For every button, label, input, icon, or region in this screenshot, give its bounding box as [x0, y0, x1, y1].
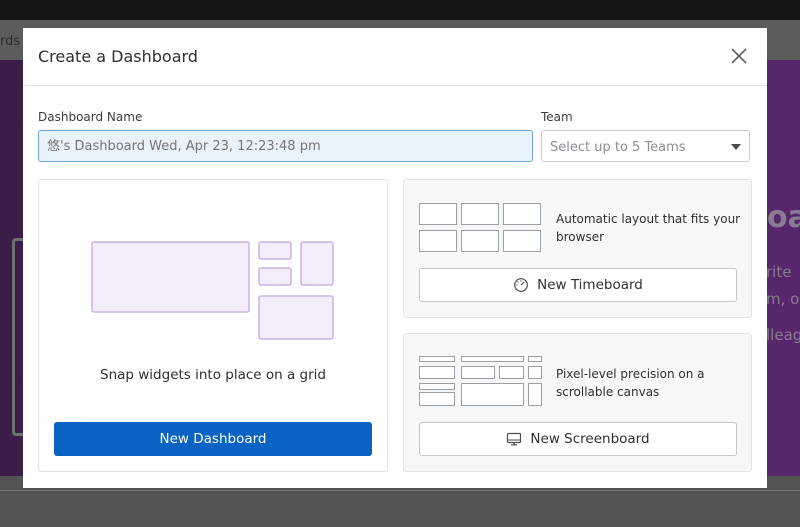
dashboard-card: Snap widgets into place on a grid New Da…: [38, 179, 388, 472]
timeboard-card: Automatic layout that fits your browser …: [403, 179, 752, 318]
team-label: Team: [541, 110, 573, 124]
screenboard-layout-illustration: [419, 356, 542, 406]
create-dashboard-modal: Create a Dashboard Dashboard Name Team S…: [23, 28, 767, 488]
new-dashboard-button[interactable]: New Dashboard: [54, 422, 372, 456]
dashboard-name-input[interactable]: [38, 130, 533, 162]
timeboard-layout-illustration: [419, 203, 541, 252]
modal-header: Create a Dashboard: [23, 28, 767, 86]
dashboard-name-label: Dashboard Name: [38, 110, 143, 124]
team-select[interactable]: Select up to 5 Teams: [541, 130, 750, 162]
app-topbar: [0, 0, 800, 20]
modal-title: Create a Dashboard: [38, 47, 198, 66]
screenboard-card: Pixel-level precision on a scrollable ca…: [403, 333, 752, 472]
background-line: rite: [766, 263, 792, 281]
footer-divider: [0, 490, 800, 491]
background-line: lleag: [766, 326, 800, 344]
new-timeboard-button[interactable]: New Timeboard: [419, 268, 737, 302]
background-title: oa: [767, 200, 800, 235]
new-screenboard-button[interactable]: New Screenboard: [419, 422, 737, 456]
chevron-down-icon: [731, 144, 741, 150]
close-button[interactable]: [729, 46, 749, 66]
timeboard-description: Automatic layout that fits your browser: [556, 212, 741, 244]
new-timeboard-label: New Timeboard: [537, 277, 643, 293]
close-icon: [731, 48, 747, 64]
dashboard-description: Snap widgets into place on a grid: [100, 367, 326, 383]
monitor-icon: [507, 432, 522, 446]
screenboard-description: Pixel-level precision on a scrollable ca…: [556, 367, 705, 399]
grid-layout-illustration: [91, 241, 334, 340]
nav-text: rds: [0, 34, 21, 49]
timeboard-icon: [514, 278, 529, 292]
background-line: m, o: [766, 290, 800, 308]
team-select-placeholder: Select up to 5 Teams: [550, 140, 686, 155]
new-screenboard-label: New Screenboard: [530, 431, 650, 447]
